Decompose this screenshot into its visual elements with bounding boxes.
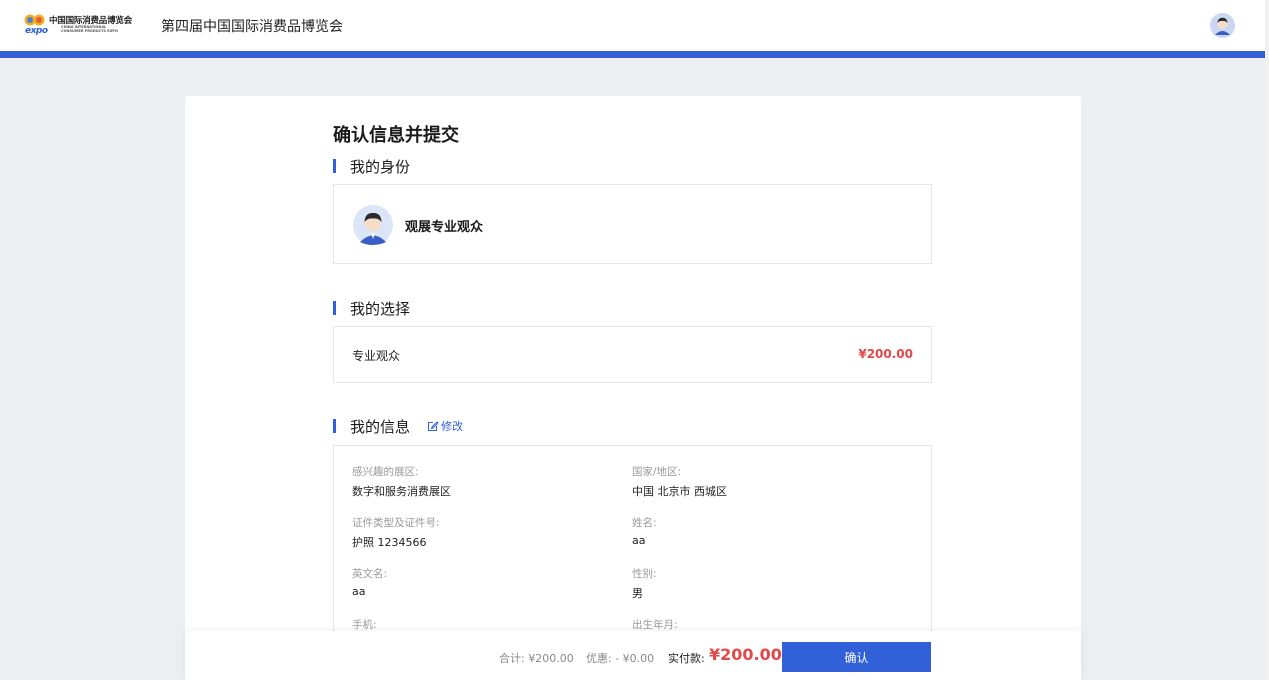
page-scrollbar[interactable] [1265, 0, 1269, 680]
field-value-english-name: aa [352, 585, 366, 598]
progress-bar [0, 51, 1265, 58]
site-title: 第四届中国国际消费品博览会 [161, 19, 343, 35]
pay-amount: ¥200.00 [709, 645, 782, 664]
logo-expo-text: expo [25, 26, 48, 36]
choice-item-name: 专业观众 [352, 349, 401, 363]
section-accent-bar [333, 419, 336, 433]
edit-info-label: 修改 [441, 420, 463, 433]
pay-label: 实付款: [668, 652, 705, 665]
field-label-birth: 出生年月: [632, 619, 678, 631]
logo-en-text: CHINA INTERNATIONAL CONSUMER PRODUCTS EX… [61, 25, 118, 33]
section-accent-bar [333, 159, 336, 173]
edit-info-link[interactable]: 修改 [427, 418, 463, 434]
top-bar: expo 中国国际消费品博览会 CHINA INTERNATIONAL CONS… [0, 0, 1269, 51]
identity-role-label: 观展专业观众 [405, 220, 484, 235]
field-label-region: 国家/地区: [632, 466, 682, 478]
expo-logo-icon [24, 14, 45, 26]
footer-bar: 合计: ¥200.00 优惠: - ¥0.00 实付款: ¥200.00 确认 [185, 631, 1081, 680]
expo-logo[interactable]: expo 中国国际消费品博览会 CHINA INTERNATIONAL CONS… [24, 12, 134, 38]
field-value-gender: 男 [632, 587, 643, 600]
field-label-zone: 感兴趣的展区: [352, 466, 419, 478]
field-label-name: 姓名: [632, 517, 657, 529]
page-title: 确认信息并提交 [333, 125, 459, 146]
male-avatar-icon [353, 205, 393, 245]
field-label-id-doc: 证件类型及证件号: [352, 517, 440, 529]
section-accent-bar [333, 301, 336, 315]
section-identity-label: 我的身份 [350, 158, 411, 176]
field-value-zone: 数字和服务消费展区 [352, 485, 451, 498]
field-label-phone: 手机: [352, 619, 377, 631]
field-value-name: aa [632, 534, 646, 547]
identity-box: 观展专业观众 [333, 184, 932, 264]
choice-box: 专业观众 ¥200.00 [333, 326, 932, 383]
field-label-english-name: 英文名: [352, 568, 388, 580]
section-choice-label: 我的选择 [350, 300, 411, 318]
discount-text: 优惠: - ¥0.00 [586, 652, 655, 665]
field-value-region: 中国 北京市 西城区 [632, 485, 727, 498]
total-text: 合计: ¥200.00 [499, 652, 574, 665]
field-value-id-doc: 护照 1234566 [352, 536, 427, 549]
edit-icon [428, 421, 439, 431]
user-avatar-icon[interactable] [1210, 13, 1235, 38]
logo-en-line2: CONSUMER PRODUCTS EXPO [61, 29, 118, 33]
choice-item-price: ¥200.00 [858, 347, 913, 361]
field-label-gender: 性别: [632, 568, 657, 580]
section-info-label: 我的信息 [350, 418, 411, 436]
confirm-button[interactable]: 确认 [782, 642, 931, 672]
